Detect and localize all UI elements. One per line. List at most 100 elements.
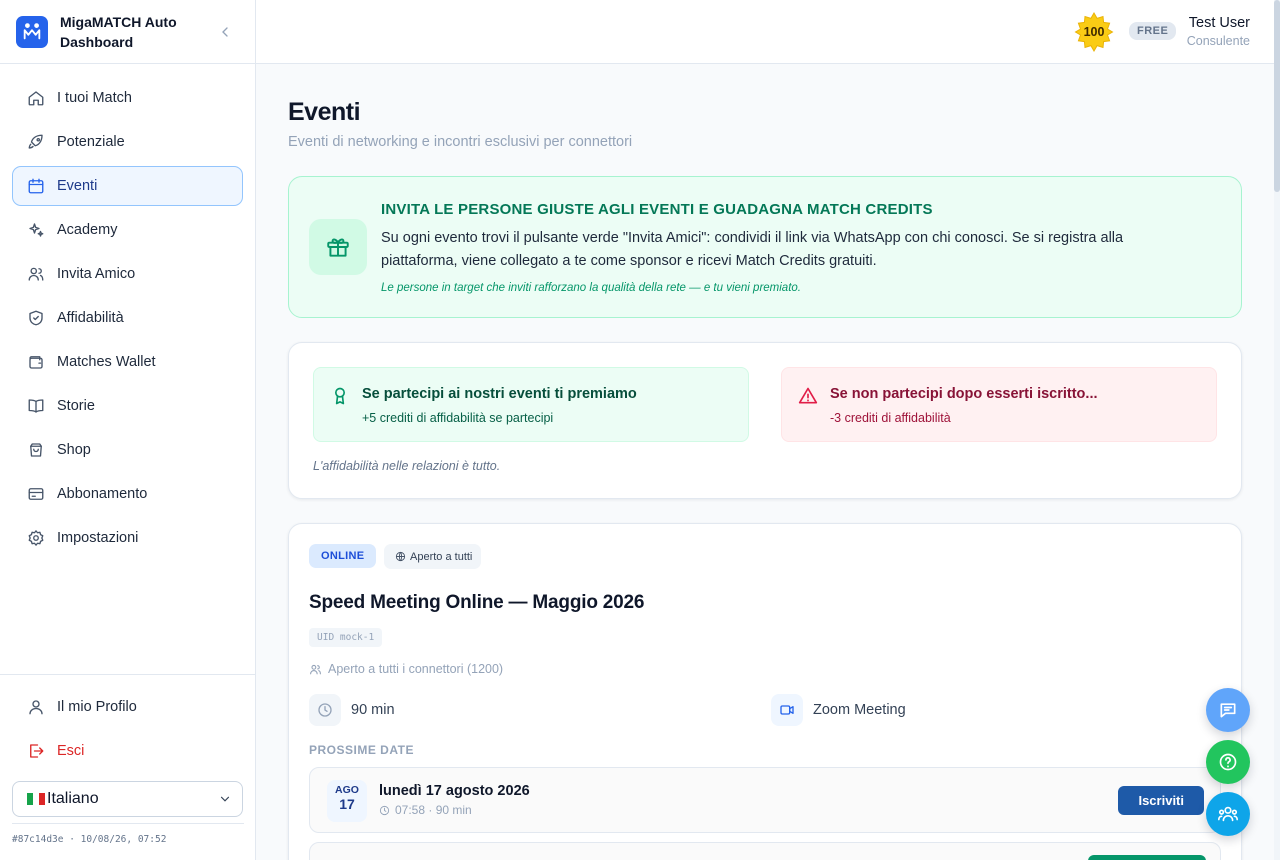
event-duration-value: 90 min <box>351 702 395 718</box>
event-date-row: AGO 17 lunedì 17 agosto 2026 07:58 · 90 … <box>309 767 1221 833</box>
reliability-card: Se partecipi ai nostri eventi ti premiam… <box>288 342 1242 499</box>
invite-banner-title: INVITA LE PERSONE GIUSTE AGLI EVENTI E G… <box>381 201 933 218</box>
event-access-label: Aperto a tutti <box>410 550 473 563</box>
event-type-badge: ONLINE <box>309 544 377 568</box>
divider <box>12 823 244 824</box>
app-title: MigaMATCH Auto Dashboard <box>60 13 177 50</box>
book-icon <box>27 397 45 415</box>
event-location: Zoom Meeting <box>771 694 906 726</box>
help-icon <box>1218 752 1238 772</box>
event-uid: UID mock-1 <box>309 628 383 647</box>
shopping-bag-icon <box>27 441 45 459</box>
date-time: 07:58 · 90 min <box>379 803 472 817</box>
warning-icon <box>798 386 818 406</box>
event-audience-label: Aperto a tutti i connettori (1200) <box>328 662 504 676</box>
penalty-subtitle: -3 crediti di affidabilità <box>830 411 951 425</box>
sidebar-item-label: I tuoi Match <box>57 90 132 106</box>
sidebar-footer: Il mio Profilo Esci Italiano <box>0 674 255 817</box>
event-access-badge: Aperto a tutti <box>384 544 482 569</box>
reward-title: Se partecipi ai nostri eventi ti premiam… <box>362 386 637 402</box>
event-audience: Aperto a tutti i connettori (1200) <box>309 662 503 676</box>
invite-banner-note: Le persone in target che inviti rafforza… <box>381 282 801 294</box>
sidebar-item-label: Academy <box>57 222 118 238</box>
reward-subtitle: +5 crediti di affidabilità se partecipi <box>362 411 554 425</box>
help-button[interactable] <box>1206 740 1250 784</box>
upcoming-dates-label: PROSSIME DATE <box>309 743 414 757</box>
build-info: #87c14d3e · 10/08/26, 07:52 <box>12 834 167 845</box>
gear-icon <box>27 529 45 547</box>
user-name[interactable]: Test User <box>1189 15 1250 31</box>
home-icon <box>27 89 45 107</box>
sidebar-item-shop[interactable]: Shop <box>12 430 243 470</box>
sidebar-item-abbonamento[interactable]: Abbonamento <box>12 474 243 514</box>
sidebar-item-invita-amico[interactable]: Invita Amico <box>12 254 243 294</box>
gift-icon <box>309 219 367 275</box>
globe-icon <box>395 551 406 562</box>
page-title: Eventi <box>288 98 361 126</box>
sidebar-item-label: Matches Wallet <box>57 354 156 370</box>
sidebar-item-label: Shop <box>57 442 91 458</box>
sidebar: MigaMATCH Auto Dashboard I tuoi Match Po… <box>0 0 256 860</box>
date-time-value: 07:58 · 90 min <box>395 803 472 817</box>
sidebar-item-impostazioni[interactable]: Impostazioni <box>12 518 243 558</box>
wallet-icon <box>27 353 45 371</box>
sidebar-item-eventi[interactable]: Eventi <box>12 166 243 206</box>
shield-check-icon <box>27 309 45 327</box>
sidebar-item-profilo[interactable]: Il mio Profilo <box>12 687 243 727</box>
event-location-value: Zoom Meeting <box>813 702 906 718</box>
sidebar-item-label: Il mio Profilo <box>57 699 137 715</box>
chat-icon <box>1218 700 1238 720</box>
chat-button[interactable] <box>1206 688 1250 732</box>
chevron-down-icon <box>218 792 232 806</box>
plan-badge: FREE <box>1129 22 1177 40</box>
sidebar-nav: I tuoi Match Potenziale Eventi Academy I… <box>0 64 255 558</box>
award-icon <box>330 386 350 406</box>
logout-icon <box>27 742 45 760</box>
sidebar-item-affidabilita[interactable]: Affidabilità <box>12 298 243 338</box>
app-logo-icon <box>16 15 48 48</box>
user-role: Consulente <box>1186 34 1250 48</box>
sidebar-item-potenziale[interactable]: Potenziale <box>12 122 243 162</box>
page-subtitle: Eventi di networking e incontri esclusiv… <box>288 134 633 150</box>
sidebar-item-label: Invita Amico <box>57 266 136 282</box>
sidebar-item-storie[interactable]: Storie <box>12 386 243 426</box>
language-value: Italiano <box>47 790 99 807</box>
credits-badge[interactable]: 100 <box>1074 11 1114 53</box>
collapse-sidebar-icon[interactable] <box>217 24 233 40</box>
logout-button[interactable]: Esci <box>12 731 243 771</box>
invite-banner-body: Su ogni evento trovi il pulsante verde "… <box>381 230 1124 269</box>
clock-icon <box>379 805 390 816</box>
rocket-icon <box>27 133 45 151</box>
penalty-title: Se non partecipi dopo esserti iscritto..… <box>830 386 1098 402</box>
credits-value: 100 <box>1083 25 1105 39</box>
subscribe-button[interactable]: Iscriviti <box>1118 786 1204 815</box>
event-date-row <box>309 842 1221 860</box>
reliability-note: L'affidabilità nelle relazioni è tutto. <box>313 459 501 473</box>
date-day: 17 <box>339 796 355 812</box>
community-button[interactable] <box>1206 792 1250 836</box>
top-bar: 100 FREE Test User Consulente <box>256 0 1274 64</box>
invite-friends-button[interactable] <box>1088 855 1206 860</box>
credit-card-icon <box>27 485 45 503</box>
clock-icon <box>309 694 341 726</box>
sidebar-item-matches-wallet[interactable]: Matches Wallet <box>12 342 243 382</box>
brand-header: MigaMATCH Auto Dashboard <box>0 0 255 64</box>
sidebar-item-academy[interactable]: Academy <box>12 210 243 250</box>
event-duration: 90 min <box>309 694 395 726</box>
user-icon <box>27 698 45 716</box>
sidebar-item-label: Potenziale <box>57 134 125 150</box>
event-card: ONLINE Aperto a tutti Speed Meeting Onli… <box>288 523 1242 860</box>
scrollbar-thumb[interactable] <box>1274 0 1280 192</box>
date-chip: AGO 17 <box>327 780 367 822</box>
sparkles-icon <box>27 221 45 239</box>
date-label: lunedì 17 agosto 2026 <box>379 783 530 799</box>
event-title: Speed Meeting Online — Maggio 2026 <box>309 592 645 613</box>
team-icon <box>1217 803 1239 825</box>
sidebar-item-label: Affidabilità <box>57 310 124 326</box>
reward-box: Se partecipi ai nostri eventi ti premiam… <box>313 367 749 442</box>
language-select[interactable]: Italiano <box>12 781 243 817</box>
video-icon <box>771 694 803 726</box>
sidebar-item-i-tuoi-match[interactable]: I tuoi Match <box>12 78 243 118</box>
users-icon <box>309 663 322 676</box>
users-icon <box>27 265 45 283</box>
